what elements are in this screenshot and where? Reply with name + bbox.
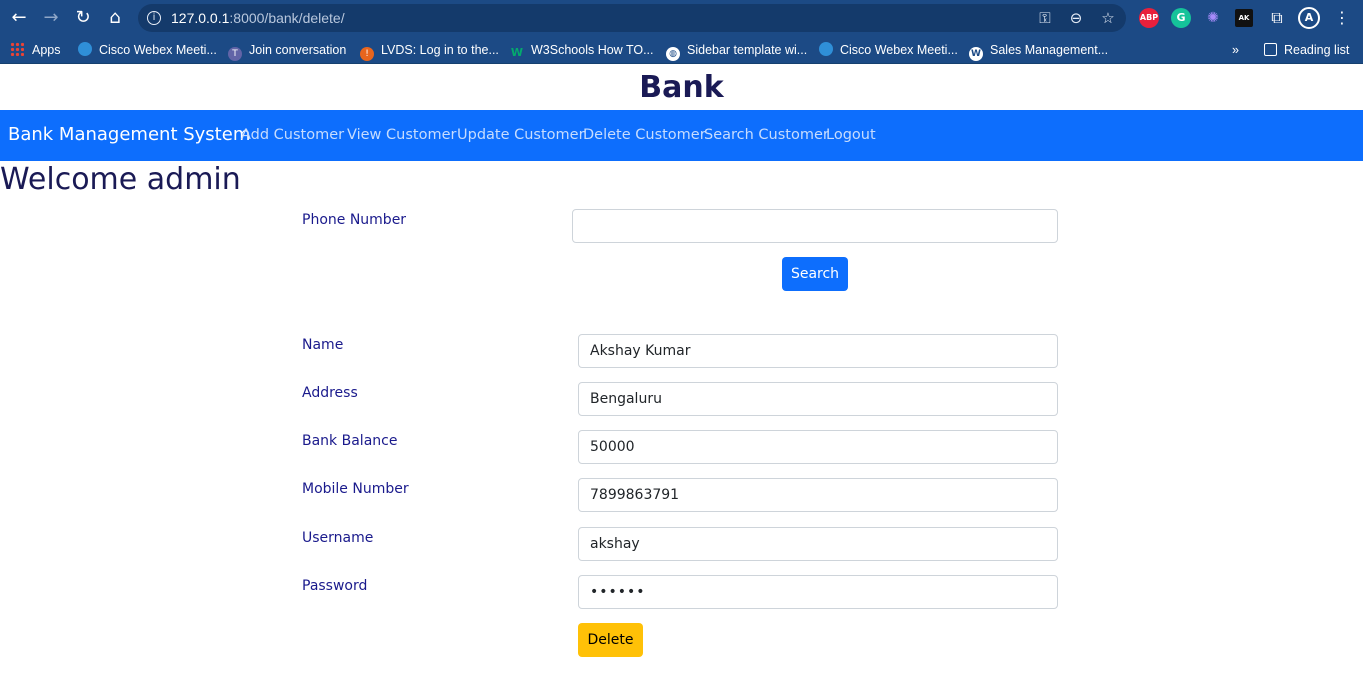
bookmark-label: Sales Management... — [990, 43, 1109, 57]
username-input[interactable]: akshay — [578, 527, 1058, 561]
reading-list[interactable]: Reading list — [1264, 41, 1349, 59]
menu-kebab-icon[interactable]: ⋮ — [1330, 6, 1354, 30]
bookmark-w3schools[interactable]: W W3Schools How TO... — [510, 41, 654, 59]
bookmark-webex-2[interactable]: Cisco Webex Meeti... — [819, 41, 958, 59]
w3schools-icon: W — [510, 46, 524, 59]
search-button[interactable]: Search — [782, 257, 848, 291]
teams-icon: T — [228, 47, 242, 61]
phone-number-label: Phone Number — [302, 212, 407, 228]
forward-arrow-icon[interactable]: → — [39, 6, 63, 30]
phone-number-input[interactable] — [572, 209, 1058, 243]
globe-icon: ◍ — [666, 47, 680, 61]
bookmark-label: Apps — [32, 43, 61, 57]
reading-list-label: Reading list — [1284, 43, 1350, 57]
navbar-brand[interactable]: Bank Management System — [8, 124, 250, 145]
bookmark-star-icon[interactable]: ☆ — [1098, 8, 1118, 28]
reload-icon[interactable]: ↻ — [71, 6, 95, 30]
bookmark-label: Join conversation — [249, 43, 347, 57]
url-host: 127.0.0.1 — [171, 10, 230, 26]
bookmarks-overflow-chevron[interactable]: » — [1232, 41, 1239, 59]
cog-extension-icon[interactable]: ✺ — [1203, 8, 1223, 28]
bookmark-sales-management[interactable]: W Sales Management... — [969, 41, 1109, 61]
password-input[interactable]: •••••• — [578, 575, 1058, 609]
bookmark-webex-1[interactable]: Cisco Webex Meeti... — [78, 41, 217, 59]
webex-icon — [78, 42, 92, 56]
ak-extension-icon[interactable]: AK — [1235, 9, 1253, 27]
bookmark-label: W3Schools How TO... — [531, 43, 654, 57]
reading-list-icon — [1264, 43, 1277, 56]
address-input[interactable]: Bengaluru — [578, 382, 1058, 416]
grammarly-extension-icon[interactable]: G — [1171, 8, 1191, 28]
bookmark-label: LVDS: Log in to the... — [381, 43, 499, 57]
nav-add-customer[interactable]: Add Customer — [241, 127, 344, 143]
bookmark-label: Cisco Webex Meeti... — [99, 43, 217, 57]
webex-icon — [819, 42, 833, 56]
adblock-extension-icon[interactable]: ABP — [1139, 8, 1159, 28]
profile-avatar-icon[interactable]: A — [1298, 7, 1320, 29]
username-label: Username — [302, 530, 374, 546]
bookmark-label: Sidebar template wi... — [687, 43, 808, 57]
mobile-number-label: Mobile Number — [302, 481, 409, 497]
zoom-icon[interactable]: ⊖ — [1066, 8, 1086, 28]
apps-grid-icon — [10, 42, 24, 56]
nav-delete-customer[interactable]: Delete Customer — [583, 127, 706, 143]
nav-search-customer[interactable]: Search Customer — [704, 127, 829, 143]
wordpress-icon: W — [969, 47, 983, 61]
bank-balance-input[interactable]: 50000 — [578, 430, 1058, 464]
bank-balance-label: Bank Balance — [302, 433, 398, 449]
back-arrow-icon[interactable]: ← — [7, 6, 31, 30]
nav-logout[interactable]: Logout — [826, 127, 876, 143]
bookmark-lvds[interactable]: ! LVDS: Log in to the... — [360, 41, 499, 61]
nav-view-customer[interactable]: View Customer — [347, 127, 456, 143]
url-text[interactable]: 127.0.0.1:8000/bank/delete/ — [171, 10, 345, 26]
name-label: Name — [302, 337, 344, 353]
navbar: Bank Management System Add Customer View… — [0, 110, 1363, 161]
delete-button[interactable]: Delete — [578, 623, 643, 657]
site-info-icon[interactable]: i — [147, 11, 161, 25]
puzzle-extensions-icon[interactable]: ⧉ — [1265, 6, 1289, 30]
bookmark-join-conversation[interactable]: T Join conversation — [228, 41, 347, 61]
bookmark-apps[interactable]: Apps — [10, 41, 61, 59]
url-path: :8000/bank/delete/ — [229, 10, 345, 26]
address-label: Address — [302, 385, 358, 401]
mobile-number-input[interactable]: 7899863791 — [578, 478, 1058, 512]
lvds-icon: ! — [360, 47, 374, 61]
password-label: Password — [302, 578, 368, 594]
nav-update-customer[interactable]: Update Customer — [457, 127, 585, 143]
address-bar[interactable]: i 127.0.0.1:8000/bank/delete/ ⚿ ⊖ ☆ — [138, 4, 1126, 32]
welcome-heading: Welcome admin — [0, 162, 241, 197]
page-title: Bank — [639, 70, 724, 105]
key-icon[interactable]: ⚿ — [1035, 8, 1055, 28]
name-input[interactable]: Akshay Kumar — [578, 334, 1058, 368]
bookmarks-bar: Apps Cisco Webex Meeti... T Join conversa… — [0, 36, 1363, 64]
home-icon[interactable]: ⌂ — [103, 6, 127, 30]
browser-toolbar: ← → ↻ ⌂ i 127.0.0.1:8000/bank/delete/ ⚿ … — [0, 0, 1363, 36]
bookmark-label: Cisco Webex Meeti... — [840, 43, 958, 57]
bookmark-sidebar-template[interactable]: ◍ Sidebar template wi... — [666, 41, 808, 61]
